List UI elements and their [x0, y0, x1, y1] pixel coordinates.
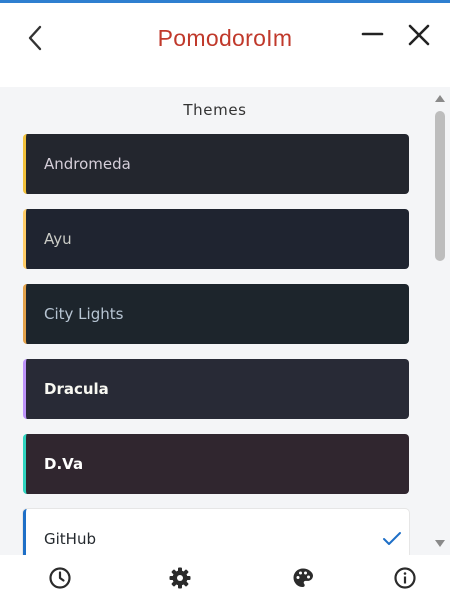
theme-item-ayu[interactable]: Ayu	[23, 209, 409, 269]
minimize-icon	[361, 32, 384, 36]
theme-item-city-lights[interactable]: City Lights	[23, 284, 409, 344]
scroll-up-arrow-icon[interactable]	[435, 95, 445, 102]
theme-name: Dracula	[44, 380, 109, 398]
nav-about-button[interactable]	[392, 565, 418, 591]
themes-panel: Themes Andromeda Ayu City Lights Dracula…	[0, 87, 450, 555]
clock-icon	[49, 567, 71, 589]
theme-name: D.Va	[44, 455, 84, 473]
theme-item-dva[interactable]: D.Va	[23, 434, 409, 494]
scroll-down-arrow-icon[interactable]	[435, 540, 445, 547]
nav-themes-button[interactable]	[290, 565, 316, 591]
theme-name: City Lights	[44, 305, 124, 323]
title-bar: PomodoroIm	[0, 3, 450, 87]
theme-name: Ayu	[44, 230, 72, 248]
theme-name: GitHub	[44, 530, 96, 548]
selected-check	[375, 509, 409, 555]
minimize-button[interactable]	[360, 24, 386, 48]
close-button[interactable]	[405, 21, 433, 49]
theme-item-dracula[interactable]: Dracula	[23, 359, 409, 419]
scrollbar[interactable]	[430, 87, 450, 555]
theme-item-andromeda[interactable]: Andromeda	[23, 134, 409, 194]
scrollbar-thumb[interactable]	[435, 111, 445, 261]
info-icon	[394, 567, 416, 589]
close-icon	[408, 24, 430, 46]
gear-icon	[169, 567, 191, 589]
bottom-navigation	[0, 555, 450, 599]
palette-icon	[293, 568, 313, 587]
nav-settings-button[interactable]	[167, 565, 193, 591]
theme-name: Andromeda	[44, 155, 131, 173]
nav-timer-button[interactable]	[47, 565, 73, 591]
check-icon	[383, 532, 401, 545]
section-title: Themes	[183, 101, 247, 119]
theme-item-github[interactable]: GitHub	[23, 509, 409, 555]
